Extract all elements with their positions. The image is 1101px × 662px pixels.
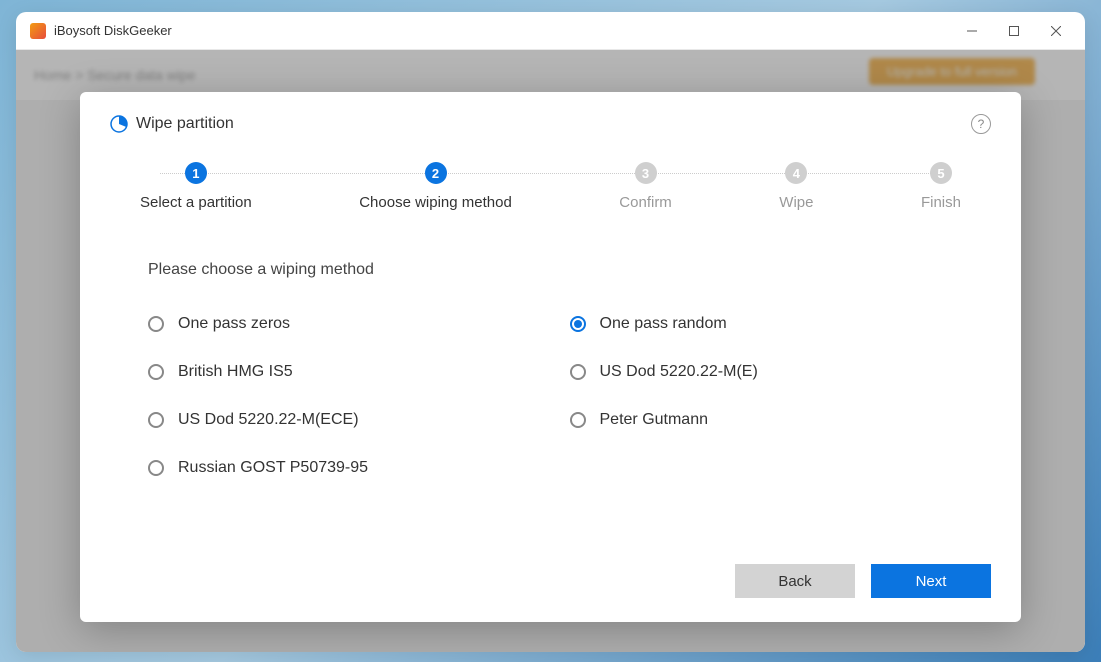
maximize-button[interactable]: [993, 16, 1035, 46]
step-select-partition: 1 Select a partition: [140, 162, 252, 211]
step-finish: 5 Finish: [921, 162, 961, 211]
modal-footer: Back Next: [110, 564, 991, 598]
wipe-partition-modal: Wipe partition ? 1 Select a partition 2 …: [80, 92, 1021, 622]
step-label: Finish: [921, 194, 961, 211]
close-button[interactable]: [1035, 16, 1077, 46]
radio-icon: [148, 316, 164, 332]
method-prompt: Please choose a wiping method: [148, 261, 991, 279]
step-confirm: 3 Confirm: [619, 162, 672, 211]
step-label: Select a partition: [140, 194, 252, 211]
next-button[interactable]: Next: [871, 564, 991, 598]
window-controls: [951, 16, 1077, 46]
pie-chart-icon: [110, 115, 128, 133]
radio-icon: [570, 364, 586, 380]
radio-label: US Dod 5220.22-M(E): [600, 363, 758, 381]
back-button[interactable]: Back: [735, 564, 855, 598]
modal-header: Wipe partition ?: [110, 114, 991, 134]
stepper-connector-line: [160, 173, 941, 174]
radio-label: US Dod 5220.22-M(ECE): [178, 411, 359, 429]
minimize-icon: [967, 26, 977, 36]
close-icon: [1051, 26, 1061, 36]
radio-label: Peter Gutmann: [600, 411, 709, 429]
app-icon: [30, 23, 46, 39]
radio-russian-gost[interactable]: Russian GOST P50739-95: [148, 459, 530, 477]
radio-us-dod-e[interactable]: US Dod 5220.22-M(E): [570, 363, 952, 381]
minimize-button[interactable]: [951, 16, 993, 46]
step-label: Wipe: [779, 194, 813, 211]
radio-icon: [148, 364, 164, 380]
app-window: iBoysoft DiskGeeker Home > Secure data w…: [16, 12, 1085, 652]
radio-icon: [148, 460, 164, 476]
radio-one-pass-random[interactable]: One pass random: [570, 315, 952, 333]
wiping-method-options: One pass zeros One pass random British H…: [148, 315, 951, 477]
radio-peter-gutmann[interactable]: Peter Gutmann: [570, 411, 952, 429]
step-circle: 2: [425, 162, 447, 184]
step-choose-method: 2 Choose wiping method: [359, 162, 512, 211]
step-label: Choose wiping method: [359, 194, 512, 211]
step-label: Confirm: [619, 194, 672, 211]
radio-icon: [148, 412, 164, 428]
step-circle: 5: [930, 162, 952, 184]
step-circle: 3: [635, 162, 657, 184]
radio-label: British HMG IS5: [178, 363, 293, 381]
radio-label: Russian GOST P50739-95: [178, 459, 368, 477]
help-button[interactable]: ?: [971, 114, 991, 134]
radio-icon: [570, 316, 586, 332]
radio-label: One pass zeros: [178, 315, 290, 333]
app-title: iBoysoft DiskGeeker: [54, 23, 951, 38]
stepper: 1 Select a partition 2 Choose wiping met…: [140, 162, 961, 211]
radio-us-dod-ece[interactable]: US Dod 5220.22-M(ECE): [148, 411, 530, 429]
step-circle: 1: [185, 162, 207, 184]
titlebar: iBoysoft DiskGeeker: [16, 12, 1085, 50]
modal-title: Wipe partition: [136, 115, 971, 133]
radio-label: One pass random: [600, 315, 727, 333]
radio-one-pass-zeros[interactable]: One pass zeros: [148, 315, 530, 333]
step-wipe: 4 Wipe: [779, 162, 813, 211]
radio-icon: [570, 412, 586, 428]
maximize-icon: [1009, 26, 1019, 36]
radio-british-hmg-is5[interactable]: British HMG IS5: [148, 363, 530, 381]
background-content: Home > Secure data wipe Upgrade to full …: [16, 50, 1085, 652]
step-circle: 4: [785, 162, 807, 184]
